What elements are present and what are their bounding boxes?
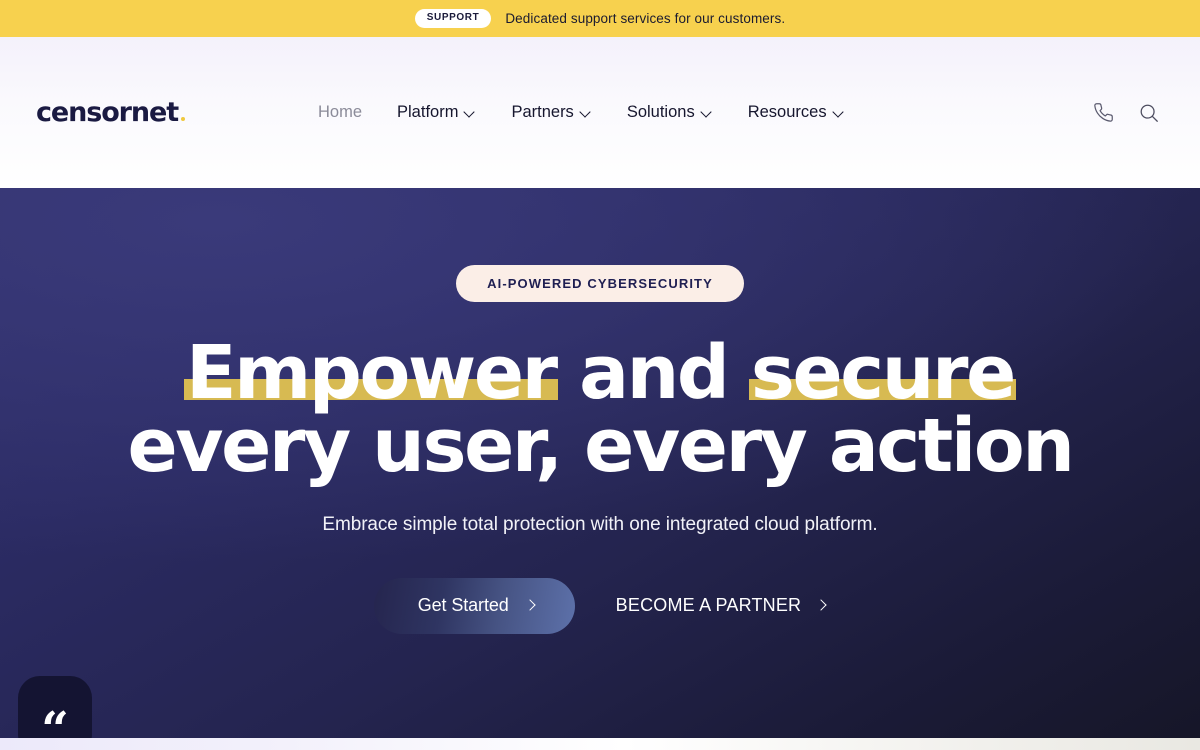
chevron-right-icon	[526, 601, 535, 610]
main-navigation: Home Platform Partners Solutions Resourc…	[318, 103, 1088, 122]
nav-item-label: Solutions	[626, 103, 695, 121]
nav-item-label: Resources	[747, 103, 827, 121]
chevron-right-icon	[817, 601, 826, 610]
logo[interactable]: censornet	[36, 97, 312, 128]
search-button[interactable]	[1134, 98, 1164, 128]
nav-item-home[interactable]: Home	[318, 103, 362, 122]
site-header: censornet Home Platform Partners Solutio…	[0, 37, 1200, 188]
get-started-label: Get Started	[417, 594, 509, 615]
nav-item-solutions[interactable]: Solutions	[627, 103, 713, 122]
nav-item-label: Home	[318, 103, 363, 121]
phone-button[interactable]	[1088, 98, 1118, 128]
become-a-partner-label: BECOME A PARTNER	[615, 595, 802, 616]
become-a-partner-button[interactable]: BECOME A PARTNER	[616, 595, 827, 616]
hero-subtitle: Embrace simple total protection with one…	[322, 513, 878, 535]
chevron-down-icon	[465, 108, 476, 119]
headline-line-2: every user, every action	[127, 402, 1074, 489]
headline-highlight-secure: secure	[748, 330, 1016, 416]
phone-icon	[1093, 103, 1113, 122]
announcement-badge: SUPPORT	[414, 9, 492, 28]
hero-headline: Empower and secure every user, every act…	[127, 330, 1074, 489]
quote-mark-icon: “	[41, 702, 69, 738]
search-icon	[1140, 104, 1158, 122]
get-started-button[interactable]: Get Started	[373, 577, 575, 634]
hero-eyebrow-badge: AI-POWERED CYBERSECURITY	[456, 265, 744, 302]
hero-section: AI-POWERED CYBERSECURITY Empower and sec…	[0, 188, 1200, 738]
hero-content: AI-POWERED CYBERSECURITY Empower and sec…	[0, 188, 1200, 634]
headline-highlight-empower: Empower	[184, 330, 558, 416]
chevron-down-icon	[702, 108, 713, 119]
nav-item-label: Partners	[511, 103, 574, 121]
logo-dot-icon	[181, 117, 186, 121]
nav-item-label: Platform	[397, 103, 459, 121]
next-section-strip	[0, 738, 1200, 750]
announcement-message: Dedicated support services for our custo…	[505, 11, 786, 26]
nav-item-platform[interactable]: Platform	[397, 103, 476, 122]
nav-item-partners[interactable]: Partners	[511, 103, 591, 122]
chevron-down-icon	[834, 108, 845, 119]
announcement-bar: SUPPORT Dedicated support services for o…	[0, 0, 1200, 37]
hero-cta-group: Get Started BECOME A PARTNER	[373, 577, 827, 634]
nav-item-resources[interactable]: Resources	[748, 103, 845, 122]
testimonial-quote-widget[interactable]: “	[18, 676, 92, 738]
chevron-down-icon	[581, 108, 592, 119]
logo-text: censornet	[36, 97, 179, 128]
header-actions	[1088, 98, 1164, 128]
